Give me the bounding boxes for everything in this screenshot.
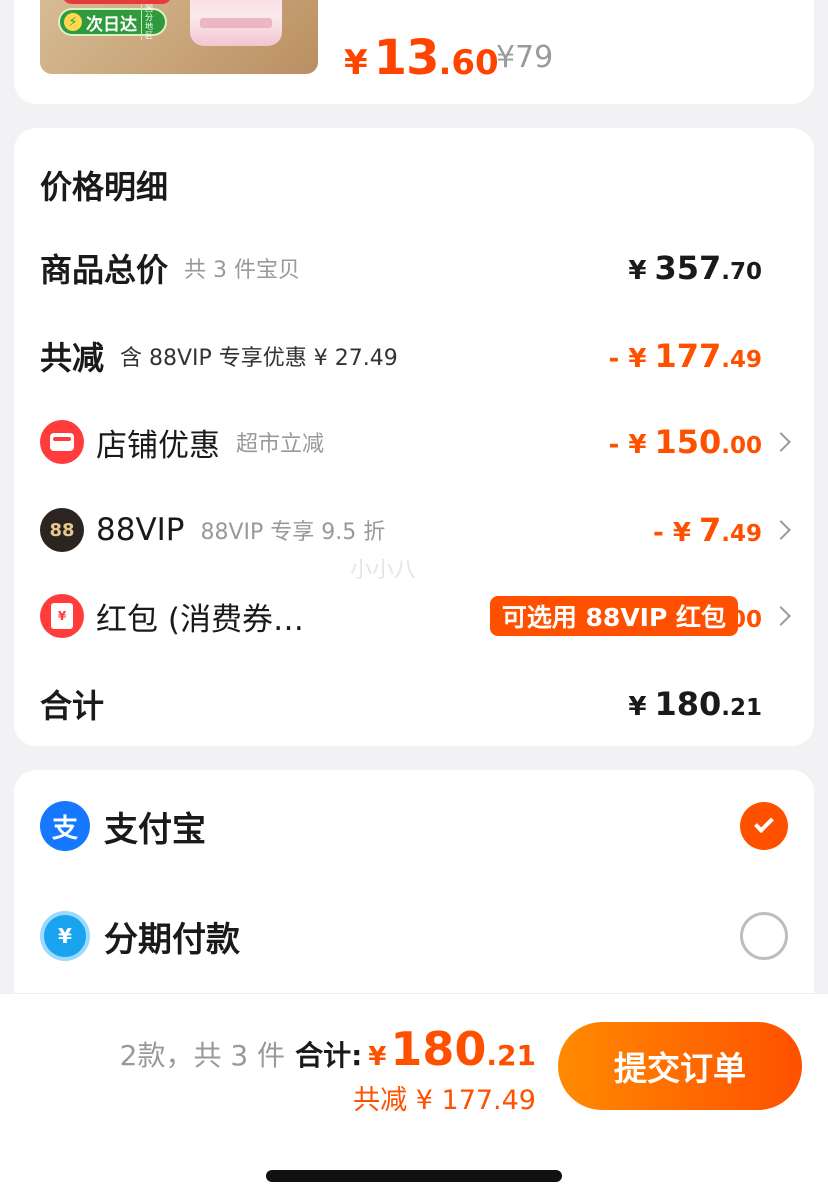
original-price: ¥79 (496, 40, 554, 75)
bolt-icon: ⚡ (64, 13, 82, 31)
bottom-submit-bar: 2款，共 3 件 合计: ¥180.21 共减 ¥ 177.49 提交订单 (0, 993, 828, 1201)
row-red-packet[interactable]: ¥ 红包 (消费券… - ¥20.00 可选用 88VIP 红包 (40, 594, 791, 638)
88vip-icon: 88 (40, 508, 84, 552)
product-card: ⚡ 次日达 国分地区 ¥ 13 .60 ¥79 (14, 0, 814, 104)
region-label: 国分地区 (141, 4, 159, 40)
alipay-icon: 支 (40, 801, 90, 851)
chevron-right-icon (771, 606, 791, 626)
sum-amount: ¥180.21 (628, 685, 762, 723)
shop-discount-amount: - ¥150.00 (608, 423, 762, 461)
watermark: 小小八 (350, 558, 417, 583)
home-indicator[interactable] (266, 1170, 562, 1182)
price-detail-card: 价格明细 商品总价 共 3 件宝贝 ¥357.70 共减 含 88VIP 专享优… (14, 128, 814, 746)
total-saved: 共减 ¥ 177.49 (353, 1085, 536, 1116)
row-88vip[interactable]: 88 88VIP 88VIP 专享 9.5 折 - ¥7.49 (40, 508, 791, 552)
order-total: ¥180.21 (368, 1022, 536, 1076)
goods-total-amount: ¥357.70 (628, 249, 762, 287)
installment-icon: ¥ (40, 911, 90, 961)
radio-unselected[interactable] (740, 912, 788, 960)
vip-discount-amount: - ¥7.49 (653, 511, 762, 549)
payment-option-installment[interactable]: ¥ 分期付款 (40, 910, 788, 962)
shop-icon (40, 420, 84, 464)
row-shop-discount[interactable]: 店铺优惠 超市立减 - ¥150.00 (40, 420, 791, 464)
check-icon (754, 813, 774, 834)
next-day-label: 次日达 (86, 14, 137, 35)
submit-order-button[interactable]: 提交订单 (558, 1022, 802, 1110)
red-packet-icon: ¥ (40, 594, 84, 638)
product-price: ¥ 13 .60 (344, 30, 499, 86)
chevron-right-icon (771, 520, 791, 540)
product-image (190, 0, 282, 46)
section-title: 价格明细 (40, 168, 169, 206)
payment-option-alipay[interactable]: 支 支付宝 (40, 800, 788, 852)
chevron-right-icon (771, 432, 791, 452)
next-day-badge: ⚡ 次日达 国分地区 (58, 4, 167, 40)
order-summary: 2款，共 3 件 合计: ¥180.21 (119, 1022, 536, 1076)
vip-red-packet-badge[interactable]: 可选用 88VIP 红包 (489, 596, 738, 636)
row-total-reduction: 共减 含 88VIP 专享优惠 ¥ 27.49 - ¥177.49 (40, 337, 762, 377)
row-goods-total: 商品总价 共 3 件宝贝 ¥357.70 (40, 249, 762, 289)
row-sum: 合计 ¥180.21 (40, 685, 762, 725)
reduction-amount: - ¥177.49 (608, 337, 762, 375)
product-thumbnail[interactable]: ⚡ 次日达 国分地区 (40, 0, 318, 74)
radio-selected[interactable] (740, 802, 788, 850)
